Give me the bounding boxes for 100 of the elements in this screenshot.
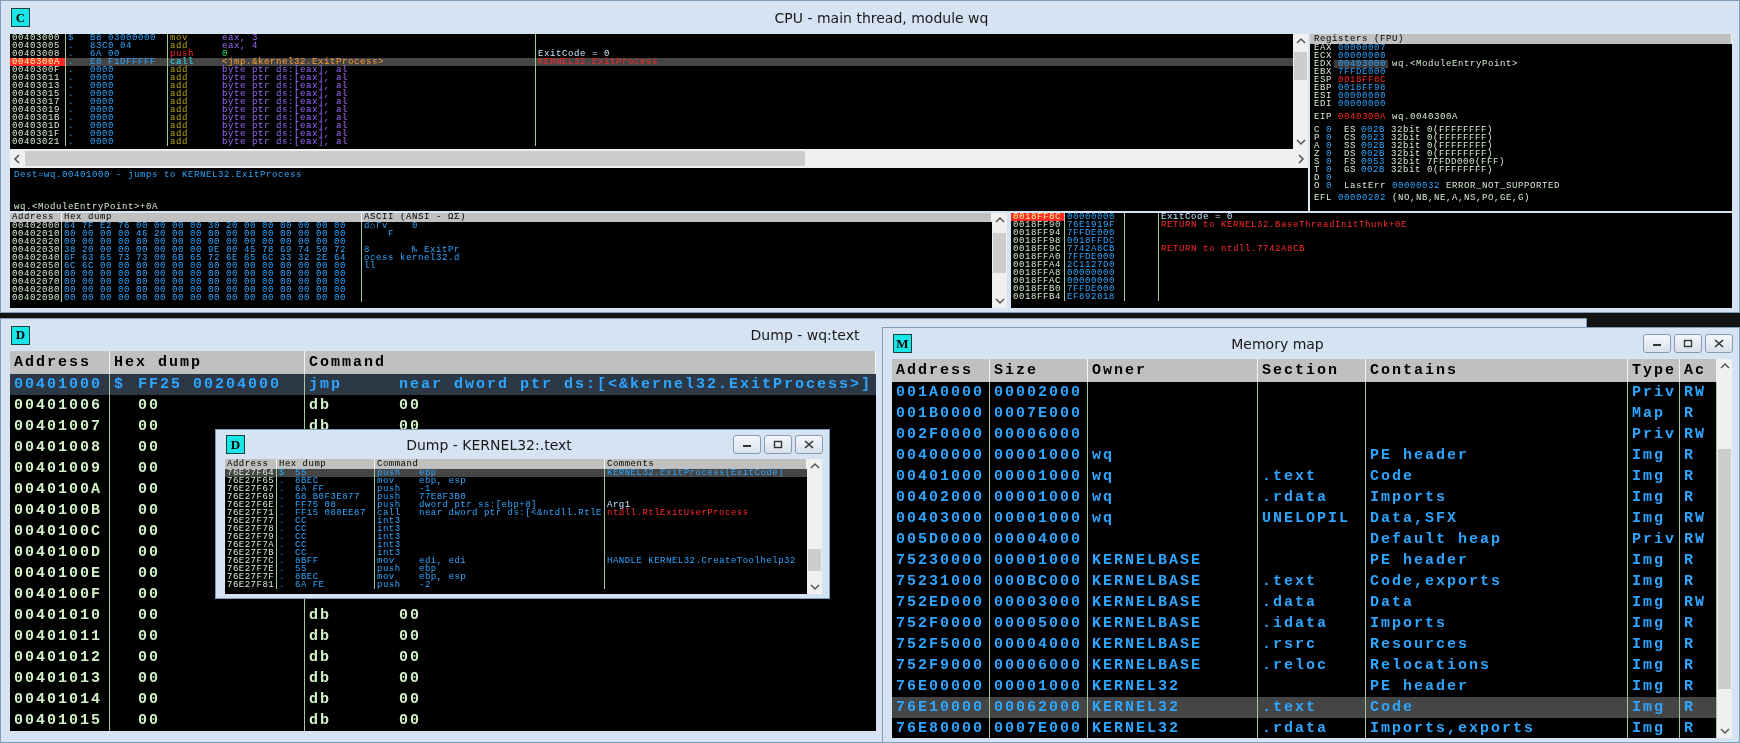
scrollbar[interactable]	[992, 213, 1007, 308]
table-cell-text: .	[67, 50, 75, 58]
column-header[interactable]: Owner	[1088, 359, 1258, 382]
scroll-thumb[interactable]	[808, 549, 821, 571]
dump-dialog[interactable]	[215, 429, 830, 599]
table-row[interactable]: 00403000 $ B8 03000000 mov eax, 3	[10, 34, 1293, 42]
table-cell-text: .	[278, 557, 286, 565]
column-header[interactable]: Hex dump	[277, 459, 375, 469]
scroll-thumb[interactable]	[993, 233, 1006, 273]
flag-value: 0	[1325, 134, 1333, 142]
table-cell-text: .	[278, 541, 286, 549]
table-cell-text: .	[67, 114, 75, 122]
close-button[interactable]	[1705, 334, 1733, 353]
column-header[interactable]: Contains	[1366, 359, 1628, 382]
table-row[interactable]: 00401012 00 db 00	[10, 647, 876, 668]
table-cell: 00062000	[990, 697, 1088, 718]
table-row[interactable]: 0040301F . 0000 add byte ptr ds:[eax], al	[10, 130, 1293, 138]
table-row[interactable]: 76E27F64 $ 55 push ebp KERNEL32.ExitProcess(ExitCode)	[225, 469, 807, 477]
table-row[interactable]: 00403011 . 0000 add byte ptr ds:[eax], al	[10, 74, 1293, 82]
segment-value: 0023	[1360, 134, 1386, 142]
table-row[interactable]: 0040301D . 0000 add byte ptr ds:[eax], al	[10, 122, 1293, 130]
column-header[interactable]: Comments	[605, 459, 807, 469]
table-cell-text: .	[278, 565, 286, 573]
address-cell: 00401012	[10, 647, 110, 668]
table-row[interactable]: 0040301B . 0000 add byte ptr ds:[eax], al	[10, 114, 1293, 122]
scroll-thumb[interactable]	[1294, 52, 1307, 80]
window-icon[interactable]: D	[226, 435, 245, 454]
table-cell-text: int3	[376, 549, 402, 557]
table-row[interactable]: 00403019 . 0000 add byte ptr ds:[eax], al	[10, 106, 1293, 114]
address-cell: 76E27F69	[225, 493, 277, 501]
maximize-button[interactable]	[764, 435, 792, 454]
maximize-button[interactable]	[1674, 334, 1702, 353]
column-header[interactable]: Command	[305, 351, 876, 374]
column-header[interactable]: Registers (FPU)	[1310, 34, 1732, 44]
table-row[interactable]: 00401006 00 db 00	[10, 395, 876, 416]
comment-cell-text: RETURN to ntdll.7742A8CB	[1160, 245, 1307, 253]
table-cell: Code,exports	[1366, 571, 1628, 592]
table-cell: Img	[1628, 487, 1680, 508]
column-header[interactable]: Address	[10, 351, 110, 374]
address-cell: 00403017	[10, 98, 66, 106]
table-cell: Img	[1628, 718, 1680, 738]
table-row[interactable]: 00401011 00 db 00	[10, 626, 876, 647]
table-cell: eax, 3	[220, 34, 536, 42]
column-header[interactable]: ASCII (ANSI - ΩΣ)	[362, 213, 992, 222]
table-cell: Imports	[1366, 613, 1628, 634]
column-header[interactable]: Address	[225, 459, 277, 469]
comment-cell-text: ExitCode = 0	[1160, 213, 1233, 221]
flag-value: 0	[1325, 158, 1333, 166]
table-cell: KERNELBASE	[1088, 592, 1258, 613]
table-row[interactable]: 00403005 . 83C0 04 add eax, 4	[10, 42, 1293, 50]
table-row[interactable]: 0040300F . 0000 add byte ptr ds:[eax], al	[10, 66, 1293, 74]
table-cell: Priv	[1628, 529, 1680, 550]
table-cell: E8 F1DFFFFF	[88, 58, 168, 66]
scrollbar[interactable]	[1293, 34, 1308, 149]
table-cell: 0000	[88, 66, 168, 74]
memory-map-dialog[interactable]	[882, 327, 1740, 743]
table-row[interactable]: 00401013 00 db 00	[10, 668, 876, 689]
table-cell: 00001000	[990, 508, 1088, 529]
address-cell: 76E27F79	[225, 533, 277, 541]
scrollbar[interactable]	[807, 459, 822, 594]
scroll-thumb[interactable]	[25, 151, 805, 166]
window-icon[interactable]: M	[893, 334, 912, 353]
minimize-button[interactable]	[733, 435, 761, 454]
column-header[interactable]: Hex dump	[110, 351, 305, 374]
column-header[interactable]: Section	[1258, 359, 1366, 382]
table-cell-text: call	[376, 509, 402, 517]
table-row[interactable]: 00401000 $ FF25 00204000 jmp near dword ptr ds:[<&kernel32.ExitProcess>]	[10, 374, 876, 395]
table-cell-text: db	[308, 669, 332, 689]
column-header[interactable]: Command	[375, 459, 605, 469]
column-header[interactable]: Address	[892, 359, 990, 382]
column-header[interactable]: Address	[10, 213, 62, 222]
window-icon[interactable]: C	[11, 8, 30, 27]
address-cell: 00401000	[10, 374, 110, 395]
window-icon[interactable]: D	[11, 325, 30, 345]
minimize-button[interactable]	[1643, 334, 1671, 353]
column-header[interactable]: Type	[1628, 359, 1680, 382]
segment-name: FS	[1343, 158, 1357, 166]
table-row[interactable]: 00403021 . 0000 add byte ptr ds:[eax], al	[10, 138, 1293, 146]
table-row[interactable]: 0040300A . E8 F1DFFFFF call <jmp.&kernel32.ExitProcess> KERNEL32.ExitProcess	[10, 58, 1293, 66]
table-row[interactable]: 00403017 . 0000 add byte ptr ds:[eax], al	[10, 98, 1293, 106]
table-cell: 0007E000	[990, 403, 1088, 424]
table-row[interactable]: 00401014 00 db 00	[10, 689, 876, 710]
table-cell-text: mov	[169, 34, 188, 42]
table-row[interactable]: 00403013 . 0000 add byte ptr ds:[eax], al	[10, 82, 1293, 90]
table-cell: byte ptr ds:[eax], al	[220, 106, 536, 114]
column-header[interactable]: Size	[990, 359, 1088, 382]
table-row[interactable]: 00403015 . 0000 add byte ptr ds:[eax], al	[10, 90, 1293, 98]
column-header[interactable]: Hex dump	[62, 213, 362, 222]
column-header[interactable]: Ac	[1680, 359, 1717, 382]
scrollbar[interactable]	[1717, 359, 1732, 738]
close-button[interactable]	[795, 435, 823, 454]
table-row[interactable]: 00401010 00 db 00	[10, 605, 876, 626]
table-row[interactable]: 76E10000 00062000 KERNEL32 .text Code Img R	[892, 697, 1717, 718]
table-cell: KERNEL32	[1088, 697, 1258, 718]
table-cell: 83C0 04	[88, 42, 168, 50]
scroll-thumb[interactable]	[1718, 449, 1731, 689]
table-cell: Priv	[1628, 424, 1680, 445]
table-row[interactable]: 00401015 00 db 00	[10, 710, 876, 731]
address-cell: 76E27F71	[225, 509, 277, 517]
address-cell: 00402060	[10, 270, 62, 278]
